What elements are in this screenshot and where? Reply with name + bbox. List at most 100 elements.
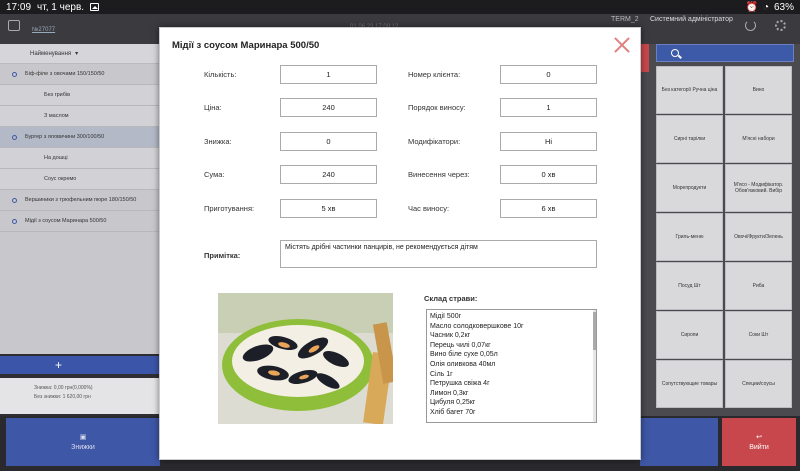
add-icon[interactable]: +	[55, 358, 62, 372]
note-field[interactable]: Містять дрібні частинки панцирів, не рек…	[280, 240, 597, 268]
dish-details-dialog: Мідії з соусом Маринара 500/50 Кількість…	[159, 27, 641, 460]
field-label: Модифікатори:	[408, 137, 461, 146]
category-tile[interactable]: Сирні тарілки	[656, 115, 723, 163]
composition-item: Цибуля 0,25кг	[430, 399, 476, 407]
order-item-label: Вершиники з трюфельним пюре 180/150/50	[25, 197, 137, 203]
category-tile[interactable]: Риба	[725, 262, 792, 310]
field-value[interactable]: 1	[280, 65, 377, 84]
category-tile[interactable]: М'ясо - Модифікатор. Обов'язковий. Вибір	[725, 164, 792, 212]
composition-item: Мідії 500г	[430, 313, 462, 320]
order-modifier-row[interactable]: Соус окремо	[0, 169, 160, 190]
field-value[interactable]: 0 хв	[500, 165, 597, 184]
discount-icon: ▣	[79, 434, 87, 441]
composition-list[interactable]: Мідії 500г Масло солодковершкове 10г Часни…	[426, 309, 597, 423]
order-number[interactable]: №27077	[32, 27, 55, 33]
red-indicator	[640, 44, 649, 72]
order-totals: Знижка: 0,00 грн(0,000%) Без знижки: 1 6…	[0, 378, 160, 414]
battery-level: 63%	[773, 1, 794, 13]
category-tile[interactable]: Сиропи	[656, 311, 723, 359]
search-input[interactable]	[656, 44, 794, 62]
wifi-icon: ◔	[762, 1, 769, 13]
dish-photo	[218, 293, 393, 424]
chevron-down-icon: ▾	[75, 51, 79, 57]
gallery-icon	[90, 3, 100, 11]
exit-button-label: Вийти	[749, 444, 769, 451]
category-tile[interactable]: М'ясні набори	[725, 115, 792, 163]
search-icon	[671, 49, 679, 57]
order-list-header[interactable]: Найменування ▾	[0, 44, 160, 64]
alarm-icon: ⏰	[745, 1, 758, 13]
order-item-row[interactable]: Мідії з соусом Маринара 500/50	[0, 211, 160, 232]
order-actions-bar: +	[0, 356, 160, 374]
refresh-icon[interactable]	[745, 20, 756, 31]
field-label: Сума:	[204, 170, 225, 179]
expand-icon[interactable]	[12, 197, 17, 203]
category-tile[interactable]: Вино	[725, 66, 792, 114]
composition-item: Лимон 0,3кг	[430, 389, 469, 397]
field-label: Ціна:	[204, 103, 222, 112]
order-item-label: Без грибів	[44, 92, 71, 98]
action-button[interactable]	[640, 418, 718, 466]
field-value[interactable]: 1	[500, 98, 597, 117]
status-date: чт, 1 черв.	[37, 1, 85, 13]
gear-icon[interactable]	[775, 20, 786, 31]
expand-icon[interactable]	[12, 134, 17, 140]
composition-item: Сіль 1г	[430, 370, 453, 378]
composition-item: Перець чилі 0,07кг	[430, 341, 491, 349]
discounts-button[interactable]: ▣ Знижки	[6, 418, 160, 466]
field-value[interactable]: 0	[280, 132, 377, 151]
category-tile[interactable]: Специи/соусы	[725, 360, 792, 408]
field-value[interactable]: 240	[280, 165, 377, 184]
composition-item: Хліб багет 70г	[430, 408, 476, 416]
field-label: Порядок виносу:	[408, 103, 466, 112]
expand-icon[interactable]	[12, 218, 17, 224]
status-bar: 17:09 чт, 1 черв. ⏰ ◔ 63%	[0, 0, 800, 14]
field-label: Номер клієнта:	[408, 70, 461, 79]
note-label: Примітка:	[204, 251, 241, 260]
category-tile[interactable]: Морепродукти	[656, 164, 723, 212]
user-name: Системний адміністратор	[650, 16, 733, 23]
category-tile[interactable]: Гриль-меню	[656, 213, 723, 261]
composition-scrollbar[interactable]	[593, 310, 596, 422]
composition-item: Масло солодковершкове 10г	[430, 322, 524, 330]
category-tile[interactable]: Сопутствующие товары	[656, 360, 723, 408]
order-item-row[interactable]: Вершиники з трюфельним пюре 180/150/50	[0, 190, 160, 211]
order-list-panel: Найменування ▾ Біф-філе з овочами 150/15…	[0, 44, 160, 354]
order-discount-text: Знижка: 0,00 грн(0,000%)	[34, 385, 93, 391]
terminal-name: TERM_2	[611, 16, 639, 23]
order-list-header-label: Найменування	[30, 50, 72, 57]
order-item-label: Бургер з яловичини 300/100/50	[25, 134, 105, 140]
field-value[interactable]: 6 хв	[500, 199, 597, 218]
order-item-row[interactable]: Біф-філе з овочами 150/150/50	[0, 64, 160, 85]
back-arrow-icon: ↩	[756, 434, 762, 441]
dialog-title: Мідії з соусом Маринара 500/50	[172, 40, 320, 51]
composition-item: Олія оливкова 40мл	[430, 360, 496, 368]
field-value[interactable]: 5 хв	[280, 199, 377, 218]
close-icon[interactable]	[612, 35, 632, 55]
category-tile[interactable]: Посуд Шт	[656, 262, 723, 310]
order-item-label: Мідії з соусом Маринара 500/50	[25, 218, 107, 224]
order-modifier-row[interactable]: На дошці	[0, 148, 160, 169]
composition-label: Склад страви:	[424, 294, 478, 303]
field-value[interactable]: 0	[500, 65, 597, 84]
exit-button[interactable]: ↩ Вийти	[722, 418, 796, 466]
field-value[interactable]: Ні	[500, 132, 597, 151]
field-value[interactable]: 240	[280, 98, 377, 117]
composition-item: Вино біле сухе 0,05л	[430, 351, 498, 359]
order-item-label: На дошці	[44, 155, 68, 161]
order-modifier-row[interactable]: Без грибів	[0, 85, 160, 106]
order-total-text: Без знижки: 1 620,00 грн	[34, 394, 91, 400]
category-tile[interactable]: Без категорії Ручна ціна	[656, 66, 723, 114]
category-tile[interactable]: Овочі/Фрукти/Зелень	[725, 213, 792, 261]
composition-item: Часник 0,2кг	[430, 332, 471, 340]
expand-icon[interactable]	[12, 71, 17, 77]
field-label: Час виносу:	[408, 204, 450, 213]
order-item-label: Біф-філе з овочами 150/150/50	[25, 71, 105, 77]
order-modifier-row[interactable]: З маслом	[0, 106, 160, 127]
menu-icon[interactable]	[8, 20, 20, 31]
field-label: Приготування:	[204, 204, 255, 213]
order-item-label: Соус окремо	[44, 176, 77, 182]
order-item-row[interactable]: Бургер з яловичини 300/100/50	[0, 127, 160, 148]
field-label: Винесення через:	[408, 170, 470, 179]
category-tile[interactable]: Соки Шт	[725, 311, 792, 359]
